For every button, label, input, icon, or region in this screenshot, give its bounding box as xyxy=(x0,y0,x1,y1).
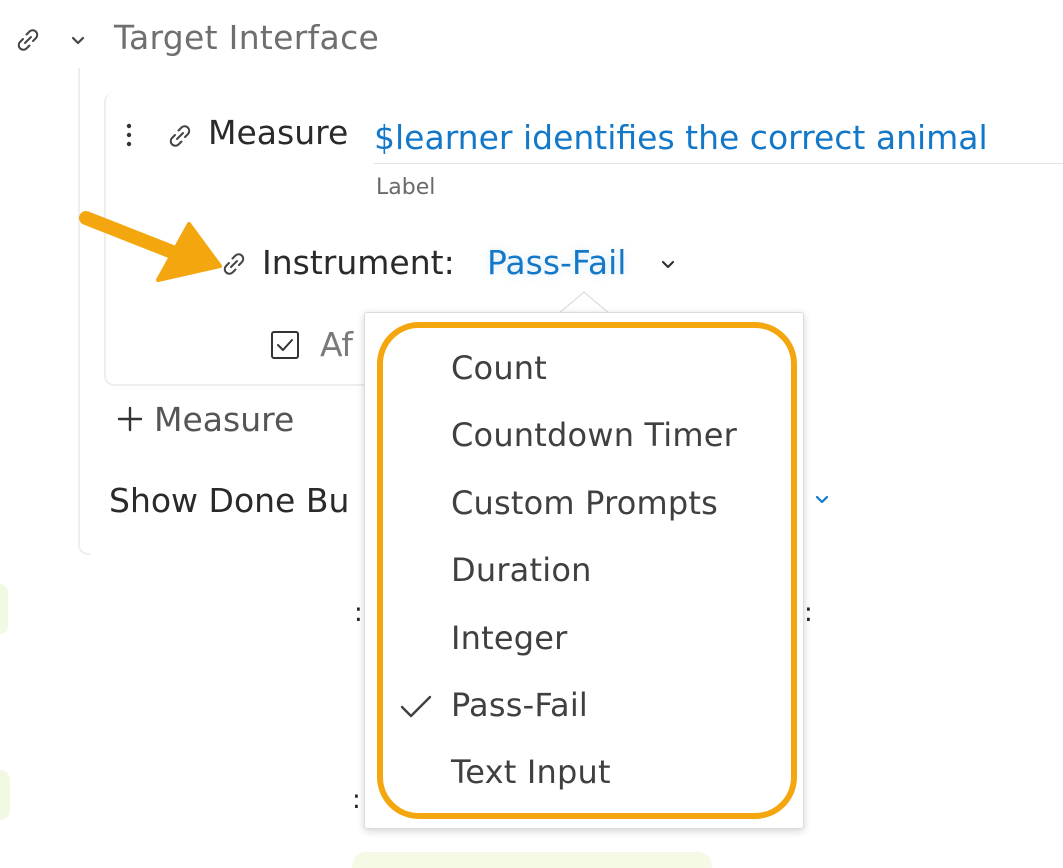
menu-item-label: Text Input xyxy=(451,753,611,792)
plus-icon[interactable] xyxy=(116,405,144,433)
menu-item-text-input[interactable]: Text Input xyxy=(365,739,803,806)
menu-item-label: Pass-Fail xyxy=(451,685,589,724)
chevron-down-icon[interactable] xyxy=(68,31,88,51)
background-fragment xyxy=(0,584,8,634)
menu-item-label: Integer xyxy=(451,618,568,657)
menu-item-integer[interactable]: Integer xyxy=(365,605,803,672)
chevron-down-icon[interactable] xyxy=(812,491,832,509)
menu-item-label: Countdown Timer xyxy=(451,416,738,455)
menu-item-pass-fail[interactable]: Pass-Fail xyxy=(365,672,803,739)
tree-guide-line xyxy=(78,68,90,555)
show-done-label: Show Done Bu xyxy=(109,481,350,520)
background-text-fragment: : xyxy=(804,598,813,628)
background-text-fragment: : xyxy=(354,598,363,628)
menu-item-label: Custom Prompts xyxy=(451,483,719,522)
link-icon[interactable] xyxy=(218,248,250,280)
dropdown-options-list: Count Countdown Timer Custom Prompts Dur… xyxy=(365,335,803,807)
link-icon[interactable] xyxy=(12,24,44,56)
add-measure-button[interactable]: Measure xyxy=(154,400,294,439)
menu-item-countdown-timer[interactable]: Countdown Timer xyxy=(365,402,803,469)
menu-item-label: Count xyxy=(451,349,548,387)
chevron-down-icon[interactable] xyxy=(658,256,678,274)
section-title: Target Interface xyxy=(114,18,380,57)
instrument-dropdown-trigger[interactable]: Pass-Fail xyxy=(487,243,626,282)
checkbox-checked-icon[interactable] xyxy=(270,330,300,360)
page: Target Interface Measure Label Instrumen… xyxy=(0,0,1063,868)
instrument-dropdown-menu: Count Countdown Timer Custom Prompts Dur… xyxy=(364,312,804,829)
kebab-menu-icon[interactable] xyxy=(120,120,138,150)
instrument-label: Instrument: xyxy=(262,243,455,282)
checkmark-icon xyxy=(400,695,432,718)
menu-item-label: Duration xyxy=(451,551,592,590)
arrow-icon xyxy=(79,211,222,282)
dropdown-caret xyxy=(558,291,610,314)
label-caption: Label xyxy=(376,175,436,200)
background-fragment xyxy=(352,852,712,868)
background-fragment xyxy=(0,770,10,820)
menu-item-custom-prompts[interactable]: Custom Prompts xyxy=(365,470,803,537)
measure-prefix-label: Measure xyxy=(208,113,349,152)
menu-item-count[interactable]: Count xyxy=(365,335,803,402)
background-text-fragment: : xyxy=(352,785,361,815)
measure-label-input[interactable] xyxy=(374,111,1063,164)
after-option-label: Af xyxy=(320,325,354,364)
link-icon[interactable] xyxy=(164,120,196,152)
menu-item-duration[interactable]: Duration xyxy=(365,537,803,604)
